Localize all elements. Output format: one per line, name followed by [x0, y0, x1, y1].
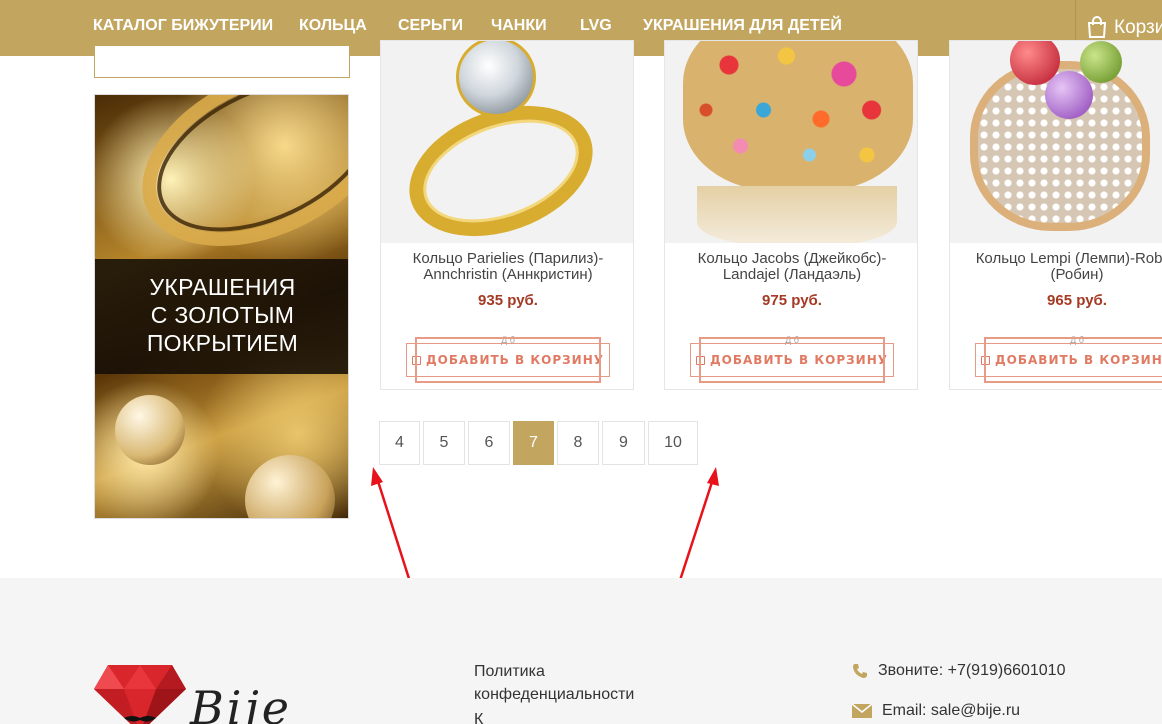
bag-icon: [411, 356, 421, 365]
page-5-button[interactable]: 5: [423, 421, 465, 465]
sidebar-filter-box: [94, 46, 350, 78]
bag-icon: [980, 356, 990, 365]
product-image[interactable]: [665, 41, 917, 243]
add-to-cart-label: ДОБАВИТЬ В КОРЗИНУ: [994, 353, 1162, 367]
privacy-policy-link[interactable]: Политика конфеденциальности: [474, 660, 704, 706]
envelope-icon: [852, 703, 872, 718]
add-to-cart-button[interactable]: ДОБАВИТЬ В КОРЗИНУ: [406, 343, 610, 377]
page-7-button-current[interactable]: 7: [513, 421, 554, 465]
gold-plated-jewelry-banner[interactable]: УКРАШЕНИЯ С ЗОЛОТЫМ ПОКРЫТИЕМ: [94, 94, 349, 519]
phone-icon: [853, 664, 867, 678]
footer-links: Политика конфеденциальности К: [474, 660, 704, 724]
add-to-cart-button[interactable]: ДОБАВИТЬ В КОРЗИНУ: [690, 343, 894, 377]
site-footer: Bije Политика конфеденциальности К Звони…: [0, 578, 1162, 724]
multicolor-stone-ring-image: [683, 41, 913, 191]
page-8-button[interactable]: 8: [557, 421, 599, 465]
product-card: Кольцо Lempi (Лемпи)-Robyn (Робин) 965 р…: [949, 40, 1162, 390]
page-6-button[interactable]: 6: [468, 421, 510, 465]
footer-link[interactable]: К: [474, 708, 704, 724]
nav-item-rings[interactable]: КОЛЬЦА: [299, 0, 367, 52]
logo-wordmark: Bije: [190, 681, 293, 724]
violet-stone-image: [1045, 71, 1093, 119]
banner-pearl-image: [245, 455, 335, 518]
banner-pearl-image: [115, 395, 185, 465]
nav-item-catalog[interactable]: КАТАЛОГ БИЖУТЕРИИ: [93, 0, 273, 52]
shopping-bag-icon: [1087, 16, 1107, 38]
phone-text[interactable]: Звоните: +7(919)6601010: [878, 662, 1065, 680]
banner-line: ПОКРЫТИЕМ: [146, 330, 299, 356]
product-image[interactable]: [950, 41, 1162, 243]
banner-title: УКРАШЕНИЯ С ЗОЛОТЫМ ПОКРЫТИЕМ: [95, 273, 348, 357]
product-name[interactable]: Кольцо Parielies (Парилиз)-Annchristin (…: [389, 251, 627, 283]
add-to-cart-label: ДОБАВИТЬ В КОРЗИНУ: [709, 353, 888, 367]
green-stone-image: [1080, 41, 1122, 83]
email-text[interactable]: Email: sale@bije.ru: [882, 702, 1020, 720]
ring-band-image: [697, 186, 897, 243]
product-card: Кольцо Parielies (Парилиз)-Annchristin (…: [380, 40, 634, 390]
product-card: Кольцо Jacobs (Джейкобс)-Landajel (Ланда…: [664, 40, 918, 390]
banner-line: С ЗОЛОТЫМ: [150, 302, 295, 328]
product-price: 975 руб.: [762, 292, 822, 309]
page-10-button[interactable]: 10: [648, 421, 698, 465]
product-name[interactable]: Кольцо Lempi (Лемпи)-Robyn (Робин): [958, 251, 1162, 283]
page-4-button[interactable]: 4: [379, 421, 420, 465]
product-price: 965 руб.: [1047, 292, 1107, 309]
product-price: 935 руб.: [478, 292, 538, 309]
banner-line: УКРАШЕНИЯ: [149, 274, 296, 300]
bag-icon: [695, 356, 705, 365]
ruby-gem-icon: [94, 665, 186, 724]
page-9-button[interactable]: 9: [602, 421, 645, 465]
add-to-cart-label: ДОБАВИТЬ В КОРЗИНУ: [425, 353, 604, 367]
add-to-cart-button[interactable]: ДОБАВИТЬ В КОРЗИНУ: [975, 343, 1162, 377]
product-name[interactable]: Кольцо Jacobs (Джейкобс)-Landajel (Ланда…: [673, 251, 911, 283]
site-logo[interactable]: Bije: [94, 663, 324, 724]
product-image[interactable]: [381, 41, 633, 243]
